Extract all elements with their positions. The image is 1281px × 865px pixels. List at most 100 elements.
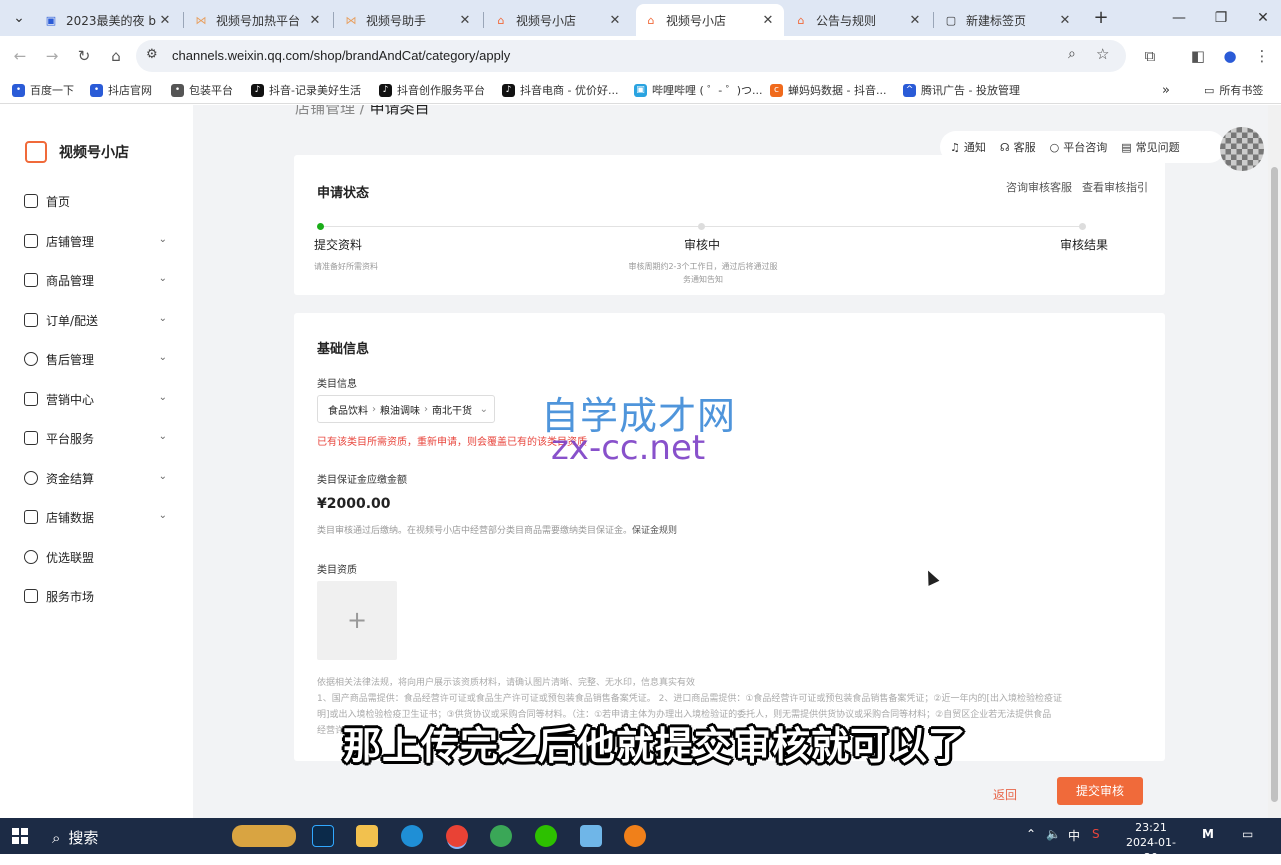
bookmark-item[interactable]: • 抖店官网 bbox=[90, 81, 152, 99]
side-panel-icon[interactable]: ◧ bbox=[1186, 44, 1210, 68]
bookmark-item[interactable]: • 包装平台 bbox=[171, 81, 233, 99]
upload-button[interactable]: + bbox=[317, 581, 397, 660]
windows-start-icon[interactable] bbox=[12, 828, 28, 844]
avatar[interactable] bbox=[1220, 127, 1264, 171]
back-button[interactable]: 返回 bbox=[980, 781, 1030, 809]
menu-dots-icon[interactable]: ⋮ bbox=[1250, 44, 1274, 68]
sidebar-item-platform-service[interactable]: 平台服务 ⌄ bbox=[0, 418, 193, 458]
sidebar-item-label: 首页 bbox=[46, 194, 71, 209]
submit-review-button[interactable]: 提交审核 bbox=[1057, 777, 1143, 805]
headset-icon: ☊ bbox=[999, 140, 1010, 154]
close-icon[interactable]: ✕ bbox=[907, 13, 923, 28]
sogou-icon[interactable]: S bbox=[1092, 827, 1100, 841]
tab-label: 视频号小店 bbox=[666, 13, 727, 28]
chevron-right-icon: › bbox=[424, 403, 428, 415]
chevron-down-icon: ⌄ bbox=[158, 431, 167, 442]
bookmark-item[interactable]: • 百度一下 bbox=[12, 81, 74, 99]
tray-chevron-up-icon[interactable]: ⌃ bbox=[1026, 827, 1036, 841]
sidebar-item-orders[interactable]: 订单/配送 ⌄ bbox=[0, 300, 193, 340]
sidebar-item-settlement[interactable]: 资金结算 ⌄ bbox=[0, 458, 193, 498]
bookmark-label: 哔哩哔哩 ( ゜- ゜)つ... bbox=[652, 84, 763, 97]
wechat-icon[interactable] bbox=[535, 825, 557, 847]
forward-arrow-icon[interactable]: → bbox=[40, 44, 64, 68]
browser-tab[interactable]: ⋈ 视频号助手 ✕ bbox=[336, 4, 481, 36]
notify-button[interactable]: ♫ 通知 bbox=[950, 139, 986, 155]
browser-tab[interactable]: ⋈ 视频号加热平台 ✕ bbox=[186, 4, 331, 36]
new-tab-icon[interactable]: + bbox=[1086, 6, 1116, 30]
back-arrow-icon[interactable]: ← bbox=[8, 44, 32, 68]
zoom-icon[interactable]: ⌕ bbox=[1068, 46, 1076, 62]
clock[interactable]: 23:21 2024-01-20 bbox=[1120, 820, 1182, 865]
bookmark-item[interactable]: ♪ 抖音电商 - 优价好... bbox=[502, 81, 618, 99]
sidebar-item-alliance[interactable]: 优选联盟 bbox=[0, 537, 193, 577]
app-logo[interactable]: 视频号小店 bbox=[25, 141, 129, 163]
clock-time: 23:21 bbox=[1135, 821, 1167, 834]
extensions-icon[interactable]: ⧉ bbox=[1138, 44, 1162, 68]
bookmark-star-icon[interactable]: ☆ bbox=[1096, 45, 1109, 63]
browser-360-icon[interactable] bbox=[490, 825, 512, 847]
browser-tab-active[interactable]: ⌂ 视频号小店 ✕ bbox=[636, 4, 784, 36]
notes-app-icon[interactable] bbox=[580, 825, 602, 847]
consult-review-link[interactable]: 咨询审核客服 bbox=[1006, 179, 1072, 195]
all-bookmarks[interactable]: ▭ 所有书签 bbox=[1204, 81, 1263, 99]
taskbar-search[interactable]: ⌕ 搜索 bbox=[52, 827, 98, 848]
page-scrollbar[interactable] bbox=[1268, 105, 1281, 818]
sidebar-item-marketing[interactable]: 营销中心 ⌄ bbox=[0, 379, 193, 419]
sidebar: 视频号小店 首页 店铺管理 ⌄ 商品管理 ⌄ 订单/配送 ⌄ 售后管理 ⌄ 营销中心 ⌄ … bbox=[0, 105, 193, 818]
browser-tab[interactable]: ⌂ 公告与规则 ✕ bbox=[786, 4, 931, 36]
reload-icon[interactable]: ↻ bbox=[72, 44, 96, 68]
sidebar-item-store-data[interactable]: 店铺数据 ⌄ bbox=[0, 497, 193, 537]
platform-consult-button[interactable]: ○ 平台咨询 bbox=[1050, 139, 1108, 155]
notification-icon[interactable]: ▭ bbox=[1242, 827, 1253, 841]
browser-tab[interactable]: ⌂ 视频号小店 ✕ bbox=[486, 4, 631, 36]
minimize-icon[interactable]: — bbox=[1164, 6, 1194, 30]
home-icon[interactable]: ⌂ bbox=[104, 44, 128, 68]
input-indicator-icon[interactable]: M bbox=[1202, 827, 1214, 841]
chrome-icon[interactable] bbox=[446, 825, 468, 847]
profile-icon[interactable]: ● bbox=[1218, 44, 1242, 68]
site-info-icon[interactable]: ⚙ bbox=[146, 47, 158, 62]
photoshop-icon[interactable] bbox=[312, 825, 334, 847]
sidebar-item-aftersale[interactable]: 售后管理 ⌄ bbox=[0, 339, 193, 379]
ime-indicator[interactable]: 中 bbox=[1068, 827, 1080, 844]
file-explorer-icon[interactable] bbox=[356, 825, 378, 847]
recorder-app-icon[interactable] bbox=[624, 825, 646, 847]
window-close-icon[interactable]: ✕ bbox=[1248, 6, 1278, 30]
close-icon[interactable]: ✕ bbox=[307, 13, 323, 28]
sidebar-item-home[interactable]: 首页 bbox=[0, 181, 193, 221]
basic-info-card: 基础信息 类目信息 食品饮料 › 粮油调味 › 南北干货 ⌄ 已有该类目所需资质… bbox=[294, 313, 1165, 761]
bookmarks-overflow-icon[interactable]: » bbox=[1162, 81, 1170, 99]
url-text[interactable]: channels.weixin.qq.com/shop/brandAndCat/… bbox=[172, 48, 510, 63]
bookmark-item[interactable]: ▣ 哔哩哔哩 ( ゜- ゜)つ... bbox=[634, 81, 763, 99]
close-icon[interactable]: ✕ bbox=[607, 13, 623, 28]
watermark-line2: zx-cc.net bbox=[551, 428, 706, 468]
faq-button[interactable]: ▤ 常见问题 bbox=[1121, 139, 1179, 155]
doudian-icon: • bbox=[90, 83, 103, 97]
browser-tab[interactable]: ▣ 2023最美的夜 bili ✕ bbox=[36, 4, 181, 36]
close-icon[interactable]: ✕ bbox=[457, 13, 473, 28]
category-cascader[interactable]: 食品饮料 › 粮油调味 › 南北干货 ⌄ bbox=[317, 395, 495, 423]
bookmark-item[interactable]: ♪ 抖音-记录美好生活 bbox=[251, 81, 361, 99]
bookmark-item[interactable]: c 蝉妈妈数据 - 抖音... bbox=[770, 81, 886, 99]
volume-icon[interactable]: 🔈 bbox=[1046, 827, 1061, 841]
customer-service-button[interactable]: ☊ 客服 bbox=[1000, 139, 1036, 155]
address-bar[interactable]: ⚙ channels.weixin.qq.com/shop/brandAndCa… bbox=[136, 40, 1126, 72]
edge-icon[interactable] bbox=[401, 825, 423, 847]
bookmark-item[interactable]: ♪ 抖音创作服务平台 bbox=[379, 81, 485, 99]
bookmark-item[interactable]: ^ 腾讯广告 - 投放管理 bbox=[903, 81, 1020, 99]
tab-search-icon[interactable]: ⌄ bbox=[4, 6, 34, 30]
breadcrumb-parent[interactable]: 店铺管理 / bbox=[295, 105, 365, 117]
aftersale-icon bbox=[24, 352, 38, 366]
deposit-rules-link[interactable]: 保证金规则 bbox=[632, 526, 677, 536]
sidebar-item-store[interactable]: 店铺管理 ⌄ bbox=[0, 221, 193, 261]
restore-icon[interactable]: ❐ bbox=[1206, 6, 1236, 30]
sidebar-item-products[interactable]: 商品管理 ⌄ bbox=[0, 260, 193, 300]
review-guide-link[interactable]: 查看审核指引 bbox=[1082, 179, 1148, 195]
close-icon[interactable]: ✕ bbox=[157, 13, 173, 28]
sidebar-item-service-market[interactable]: 服务市场 bbox=[0, 576, 193, 616]
close-icon[interactable]: ✕ bbox=[760, 13, 776, 28]
close-icon[interactable]: ✕ bbox=[1057, 13, 1073, 28]
scrollbar-thumb[interactable] bbox=[1271, 167, 1278, 802]
order-icon bbox=[24, 313, 38, 327]
browser-tab[interactable]: ▢ 新建标签页 ✕ bbox=[936, 4, 1081, 36]
